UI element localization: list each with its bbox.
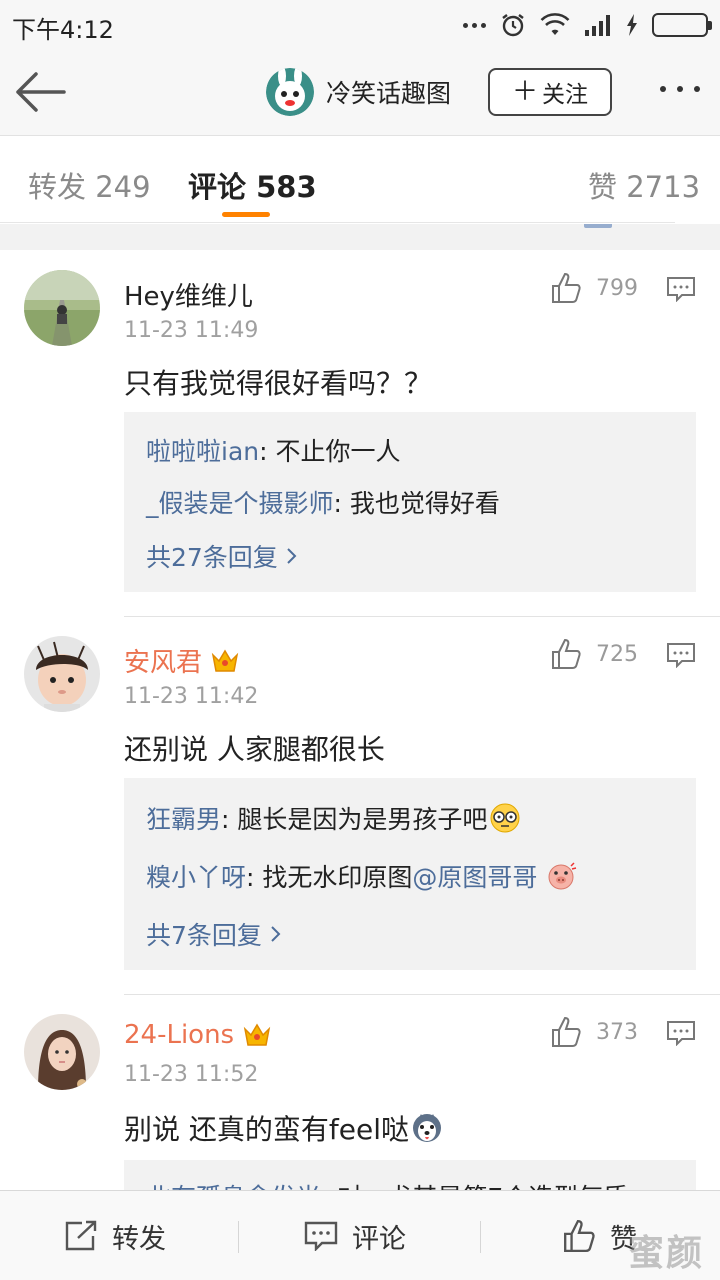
reply-item[interactable]: 狂霸男: 腿长是因为是男孩子吧 [146, 800, 521, 836]
comment-username[interactable]: Hey维维儿 [124, 276, 253, 313]
status-icons [463, 12, 712, 38]
notification-dots-icon [463, 22, 486, 28]
comment-list: Hey维维儿 11-23 11:49 799 只有我觉得很好看吗？？ 啦啦啦ia… [0, 250, 720, 1190]
like-count: 725 [596, 641, 638, 667]
comment-username[interactable]: 24-Lions [124, 1020, 272, 1050]
avatar[interactable] [24, 636, 100, 712]
comment-button[interactable]: 评论 [304, 1191, 406, 1280]
reply-icon[interactable] [666, 1020, 696, 1046]
avatar[interactable] [24, 1014, 100, 1090]
pig-face-emoji-icon [548, 862, 577, 890]
tabs-divider [0, 222, 675, 223]
bottom-separator [480, 1221, 481, 1253]
like-button[interactable]: 725 [550, 638, 638, 670]
crown-badge-icon [243, 1023, 271, 1046]
reply-box[interactable]: 北有孤島念发光: 对，尤其是第7个造型气质 [124, 1160, 696, 1190]
more-options-icon[interactable] [660, 86, 700, 92]
comment-text: 只有我觉得很好看吗？？ [124, 367, 433, 400]
chevron-right-icon [271, 926, 281, 942]
follow-button[interactable]: ＋ 关注 [488, 68, 612, 116]
crown-badge-icon [211, 649, 239, 672]
tab-reposts[interactable]: 转发 249 [28, 164, 151, 206]
chevron-right-icon [287, 548, 297, 564]
nav-bar: 冷笑话趣图 ＋ 关注 [0, 50, 720, 136]
comment-time: 11-23 11:42 [124, 684, 259, 709]
thumbs-up-icon [552, 1016, 581, 1047]
mention-link[interactable]: @原图哥哥 [412, 858, 537, 894]
active-tab-indicator [222, 212, 270, 217]
like-post-button[interactable]: 赞 [562, 1191, 637, 1280]
comment-time: 11-23 11:52 [124, 1062, 259, 1087]
tab-likes[interactable]: 赞 2713 [588, 164, 700, 206]
bottom-action-bar: 转发 评论 赞 [0, 1190, 720, 1280]
comment-icon [304, 1221, 338, 1251]
comment-text: 别说 还真的蛮有feel哒 [124, 1108, 443, 1148]
reply-item[interactable]: 糗小丫呀: 找无水印原图 @原图哥哥 [146, 858, 577, 894]
comment-divider [124, 994, 720, 995]
charging-icon [627, 14, 637, 36]
comment-text: 还别说 人家腿都很长 [124, 733, 385, 766]
thumbs-up-icon [552, 638, 581, 669]
glasses-face-emoji-icon [490, 803, 520, 833]
reply-icon[interactable] [666, 642, 696, 668]
status-time: 下午4:12 [12, 16, 114, 44]
wifi-icon [540, 13, 570, 35]
account-name[interactable]: 冷笑话趣图 [326, 74, 451, 110]
thumbs-up-icon [564, 1219, 595, 1253]
signal-icon [585, 15, 610, 36]
account-header[interactable]: 冷笑话趣图 [266, 68, 451, 116]
bottom-separator [238, 1221, 239, 1253]
repost-icon [65, 1220, 97, 1251]
section-gap [0, 224, 720, 250]
comment-time: 11-23 11:49 [124, 318, 259, 343]
alarm-icon [502, 14, 524, 37]
watermark: 蜜颜 [627, 1232, 704, 1274]
reply-box[interactable]: 狂霸男: 腿长是因为是男孩子吧 糗小丫呀: 找无水印原图 @原图哥哥 共7条回复 [124, 778, 696, 970]
reply-item[interactable]: _假装是个摄影师: 我也觉得好看 [146, 484, 500, 520]
like-count: 373 [596, 1019, 638, 1045]
back-arrow-icon [16, 72, 66, 112]
account-avatar[interactable] [266, 68, 314, 116]
repost-button[interactable]: 转发 [64, 1191, 166, 1280]
like-button[interactable]: 799 [550, 272, 638, 304]
tab-comments[interactable]: 评论 583 [188, 164, 317, 206]
like-button[interactable]: 373 [550, 1016, 638, 1048]
reply-box[interactable]: 啦啦啦ian: 不止你一人 _假装是个摄影师: 我也觉得好看 共27条回复 [124, 412, 696, 592]
comment-username[interactable]: 安风君 [124, 642, 240, 679]
back-button[interactable] [14, 66, 74, 118]
reply-item[interactable]: 啦啦啦ian: 不止你一人 [146, 432, 401, 468]
status-bar: 下午4:12 [0, 0, 720, 50]
tab-bar: 转发 249 评论 583 赞 2713 [0, 136, 720, 224]
husky-face-emoji-icon [413, 1114, 441, 1142]
reply-item[interactable]: 北有孤島念发光: 对，尤其是第7个造型气质 [146, 1178, 628, 1190]
like-count: 799 [596, 275, 638, 301]
reply-icon[interactable] [666, 276, 696, 302]
view-more-replies-link[interactable]: 共7条回复 [146, 916, 282, 952]
comment-divider [124, 616, 720, 617]
view-more-replies-link[interactable]: 共27条回复 [146, 538, 298, 574]
plus-icon: ＋ [511, 77, 538, 107]
thumbs-up-icon [552, 272, 581, 303]
follow-label: 关注 [542, 82, 588, 108]
battery-icon [652, 13, 712, 37]
avatar[interactable] [24, 270, 100, 346]
